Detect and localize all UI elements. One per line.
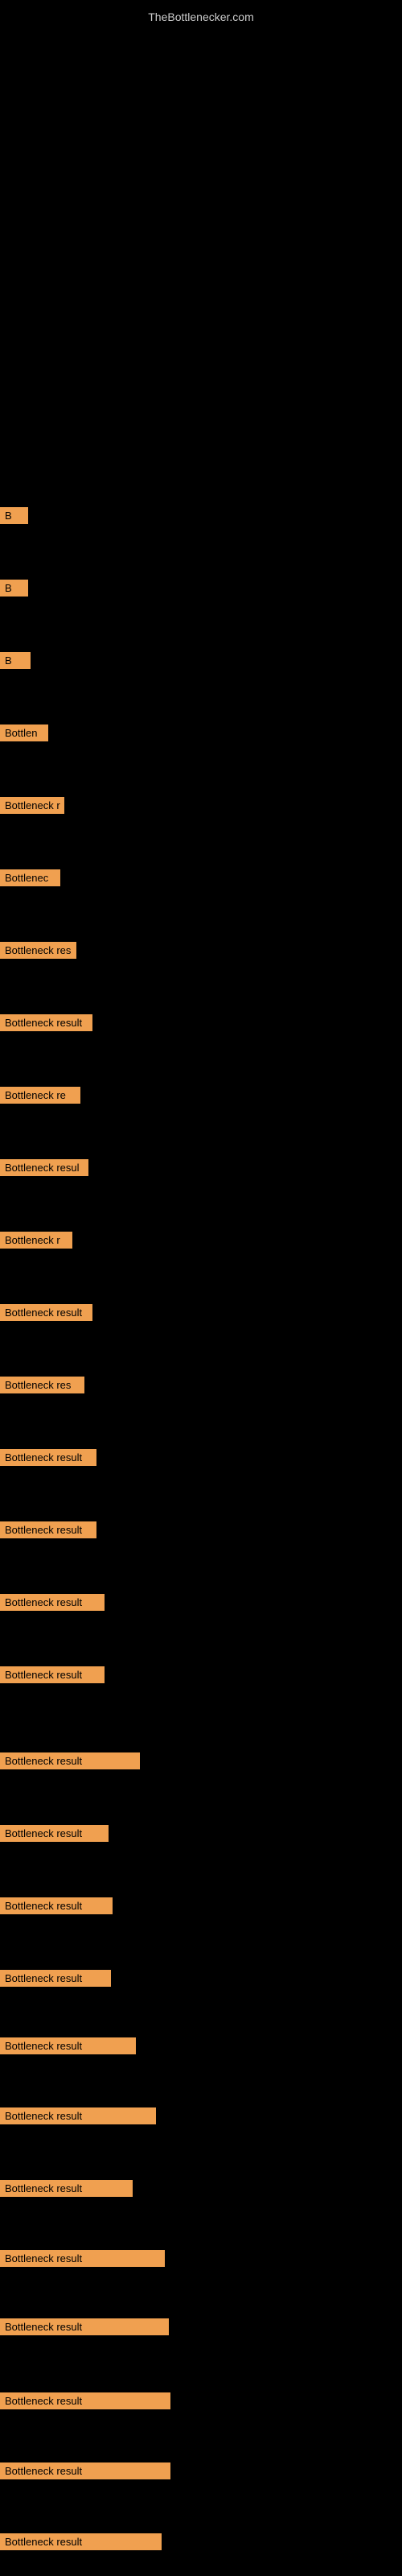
bottleneck-result-bar[interactable]: Bottlenec [0,869,60,886]
list-item: Bottleneck result [0,1825,109,1846]
list-item: Bottleneck result [0,2250,165,2271]
list-item: Bottleneck res [0,1377,84,1397]
list-item: Bottleneck result [0,2037,136,2058]
bottleneck-result-bar[interactable]: Bottlen [0,724,48,741]
bottleneck-result-bar[interactable]: B [0,652,31,669]
bottleneck-result-bar[interactable]: Bottleneck result [0,1449,96,1466]
bottleneck-result-bar[interactable]: Bottleneck r [0,797,64,814]
bottleneck-result-bar[interactable]: Bottleneck result [0,1970,111,1987]
list-item: Bottleneck result [0,1449,96,1470]
bottleneck-result-bar[interactable]: Bottleneck re [0,1087,80,1104]
list-item: Bottleneck result [0,2180,133,2201]
list-item: Bottleneck result [0,1970,111,1991]
list-item: Bottlenec [0,869,60,890]
list-item: Bottleneck result [0,2533,162,2554]
list-item: Bottleneck r [0,797,64,818]
bottleneck-result-bar[interactable]: Bottleneck resul [0,1159,88,1176]
list-item: Bottleneck result [0,1014,92,1035]
bottleneck-result-bar[interactable]: Bottleneck result [0,2392,170,2409]
bottleneck-result-bar[interactable]: Bottleneck res [0,1377,84,1393]
bottleneck-result-bar[interactable]: Bottleneck result [0,1014,92,1031]
bottleneck-result-bar[interactable]: Bottleneck r [0,1232,72,1249]
list-item: Bottleneck result [0,1752,140,1773]
bottleneck-result-bar[interactable]: Bottleneck result [0,1897,113,1914]
list-item: B [0,580,28,601]
list-item: Bottleneck result [0,2462,170,2483]
bottleneck-result-bar[interactable]: B [0,580,28,597]
bottleneck-result-bar[interactable]: Bottleneck result [0,1304,92,1321]
list-item: Bottleneck result [0,1304,92,1325]
list-item: Bottleneck resul [0,1159,88,1180]
bottleneck-result-bar[interactable]: B [0,507,28,524]
list-item: Bottleneck result [0,1897,113,1918]
bottleneck-result-bar[interactable]: Bottleneck result [0,2107,156,2124]
bottleneck-result-bar[interactable]: Bottleneck result [0,1521,96,1538]
list-item: Bottleneck result [0,2107,156,2128]
list-item: B [0,507,28,528]
list-item: Bottleneck result [0,2392,170,2413]
list-item: Bottleneck result [0,1521,96,1542]
list-item: Bottleneck res [0,942,76,963]
list-item: Bottleneck result [0,1594,105,1615]
list-item: Bottleneck result [0,1666,105,1687]
bottleneck-result-bar[interactable]: Bottleneck result [0,1825,109,1842]
bottleneck-result-bar[interactable]: Bottleneck result [0,2533,162,2550]
bottleneck-result-bar[interactable]: Bottleneck result [0,1752,140,1769]
bottleneck-result-bar[interactable]: Bottleneck result [0,2037,136,2054]
bottleneck-result-bar[interactable]: Bottleneck result [0,1666,105,1683]
list-item: Bottleneck re [0,1087,80,1108]
list-item: Bottlen [0,724,48,745]
list-item: Bottleneck result [0,2318,169,2339]
list-item: Bottleneck r [0,1232,72,1253]
site-title: TheBottlenecker.com [0,4,402,30]
bottleneck-result-bar[interactable]: Bottleneck result [0,2180,133,2197]
bottleneck-result-bar[interactable]: Bottleneck result [0,2250,165,2267]
bottleneck-result-bar[interactable]: Bottleneck result [0,1594,105,1611]
bottleneck-result-bar[interactable]: Bottleneck result [0,2462,170,2479]
list-item: B [0,652,31,673]
bottleneck-result-bar[interactable]: Bottleneck res [0,942,76,959]
bottleneck-result-bar[interactable]: Bottleneck result [0,2318,169,2335]
